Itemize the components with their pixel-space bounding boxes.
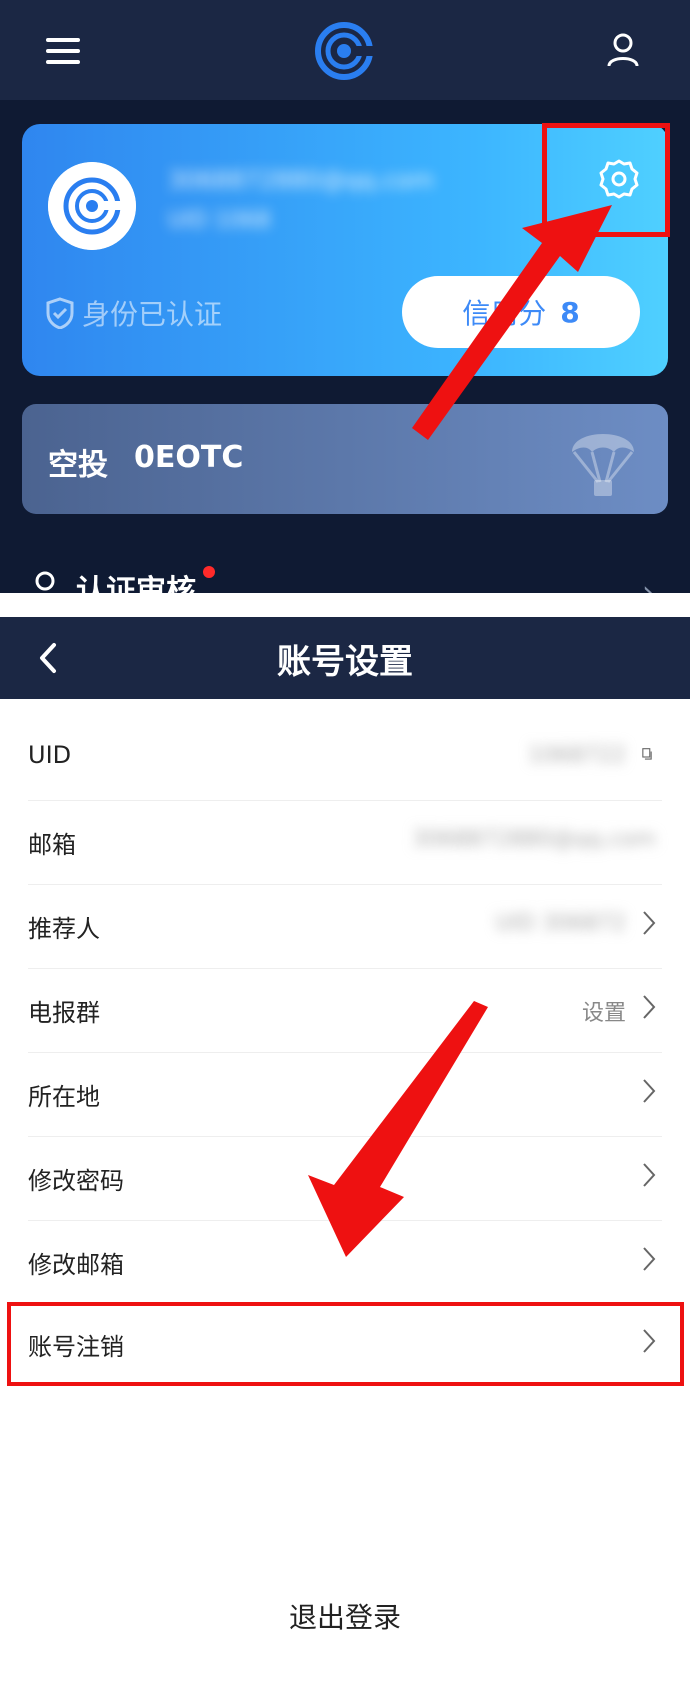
logout-button[interactable]: 退出登录: [0, 1596, 690, 1636]
pointer-arrow: [412, 205, 612, 440]
home-screen: 3068872880@qq.com UID 1068 身份已认证 信用分 8 空…: [0, 0, 690, 593]
pointer-arrow: [308, 1001, 488, 1257]
screenshot-divider: [0, 593, 690, 617]
